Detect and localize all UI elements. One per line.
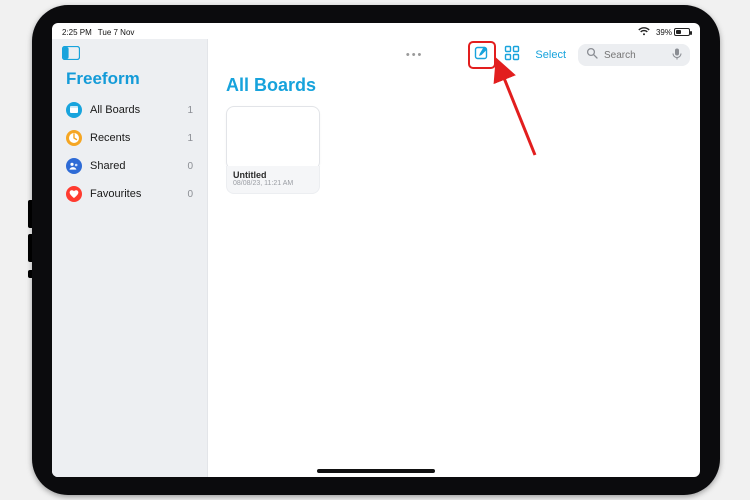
board-meta: Untitled 08/08/23, 11:21 AM	[226, 166, 320, 194]
select-button[interactable]: Select	[531, 49, 570, 61]
battery-percent: 39%	[656, 28, 672, 37]
more-icon[interactable]: •••	[406, 49, 464, 61]
status-left: 2:25 PM Tue 7 Nov	[62, 28, 134, 37]
mic-icon[interactable]	[672, 48, 682, 63]
shared-icon	[66, 158, 82, 174]
sidebar-item-count: 0	[187, 189, 193, 200]
sidebar-item-label: Shared	[90, 160, 179, 172]
status-time: 2:25 PM	[62, 28, 92, 37]
tablet-frame: 2:25 PM Tue 7 Nov 39%	[32, 5, 720, 495]
board-card[interactable]: Untitled 08/08/23, 11:21 AM	[226, 106, 320, 194]
search-input[interactable]	[604, 50, 666, 61]
main: ••• Select	[208, 39, 700, 477]
content: All Boards Untitled 08/08/23, 11:21 AM	[208, 71, 700, 477]
sidebar-top	[52, 39, 207, 67]
sidebar-item-label: Recents	[90, 132, 179, 144]
view-grid-button[interactable]	[501, 44, 523, 66]
app: Freeform All Boards 1	[52, 39, 700, 477]
sidebar-item-label: All Boards	[90, 104, 179, 116]
stage: 2:25 PM Tue 7 Nov 39%	[0, 0, 750, 500]
all-boards-icon	[66, 102, 82, 118]
sidebar-item-label: Favourites	[90, 188, 179, 200]
compose-icon	[474, 45, 490, 66]
sidebar-toggle-icon[interactable]	[62, 46, 80, 60]
status-right: 39%	[638, 27, 690, 38]
sidebar-item-count: 1	[187, 133, 193, 144]
search-icon	[586, 46, 598, 64]
wifi-icon	[638, 27, 650, 38]
sidebar-nav: All Boards 1 Recents 1	[52, 95, 207, 209]
board-title: Untitled	[233, 170, 313, 180]
sidebar-item-count: 1	[187, 105, 193, 116]
board-thumbnail[interactable]	[226, 106, 320, 170]
home-indicator	[317, 469, 435, 473]
battery-indicator: 39%	[656, 28, 690, 37]
toolbar: ••• Select	[208, 39, 700, 71]
boards-grid: Untitled 08/08/23, 11:21 AM	[226, 106, 682, 194]
sidebar-item-favourites[interactable]: Favourites 0	[58, 181, 201, 207]
sidebar-item-count: 0	[187, 161, 193, 172]
screen: 2:25 PM Tue 7 Nov 39%	[52, 23, 700, 477]
new-board-button[interactable]	[471, 44, 493, 66]
sidebar-item-all-boards[interactable]: All Boards 1	[58, 97, 201, 123]
board-subtitle: 08/08/23, 11:21 AM	[233, 180, 313, 187]
favourites-icon	[66, 186, 82, 202]
section-title: All Boards	[226, 75, 682, 96]
status-date: Tue 7 Nov	[98, 28, 135, 37]
sidebar-item-shared[interactable]: Shared 0	[58, 153, 201, 179]
app-title: Freeform	[52, 67, 207, 95]
battery-icon	[674, 28, 690, 36]
status-bar: 2:25 PM Tue 7 Nov 39%	[52, 23, 700, 39]
sidebar: Freeform All Boards 1	[52, 39, 208, 477]
sidebar-item-recents[interactable]: Recents 1	[58, 125, 201, 151]
grid-icon	[504, 45, 520, 66]
search-field[interactable]	[578, 44, 690, 66]
recents-icon	[66, 130, 82, 146]
